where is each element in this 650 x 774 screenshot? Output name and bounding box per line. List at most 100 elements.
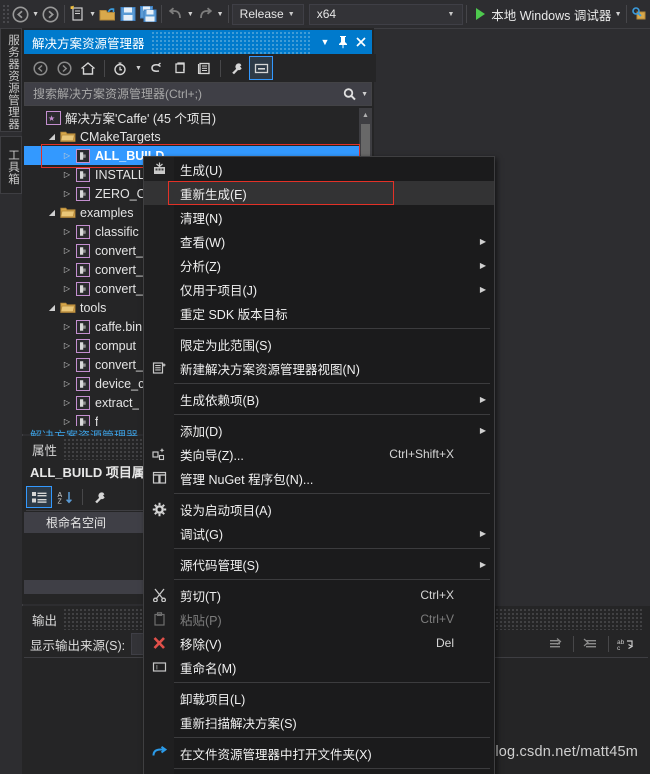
alphabetical-view-icon[interactable]: AZ xyxy=(52,486,78,508)
solution-explorer-search[interactable]: ▼ xyxy=(24,82,372,106)
chevron-right-icon[interactable]: ▷ xyxy=(60,374,74,393)
context-menu-item[interactable]: 管理 NuGet 程序包(N)... xyxy=(144,466,494,490)
chevron-right-icon[interactable]: ▷ xyxy=(60,260,74,279)
pending-changes-icon[interactable] xyxy=(109,56,133,80)
context-menu-item[interactable]: 生成(U) xyxy=(144,157,494,181)
toggle-word-wrap-icon[interactable] xyxy=(579,633,603,655)
search-icon[interactable] xyxy=(342,87,357,102)
search-dropdown-icon[interactable]: ▼ xyxy=(357,91,368,98)
show-all-files-icon[interactable] xyxy=(192,56,216,80)
chevron-right-icon[interactable]: ▷ xyxy=(60,336,74,355)
context-menu-item[interactable]: 在文件资源管理器中打开文件夹(X) xyxy=(144,741,494,765)
toolbar-separator xyxy=(82,489,83,505)
sidebar-tab-toolbox[interactable]: 工具箱 xyxy=(0,136,22,194)
context-menu-item[interactable]: 生成依赖项(B) ▶ xyxy=(144,387,494,411)
chevron-right-icon[interactable]: ▷ xyxy=(60,184,74,203)
chevron-right-icon[interactable]: ▷ xyxy=(60,241,74,260)
context-menu-item[interactable]: 清理(N) xyxy=(144,205,494,229)
context-menu-item[interactable]: 限定为此范围(S) xyxy=(144,332,494,356)
context-menu-item[interactable]: 移除(V) Del xyxy=(144,631,494,655)
context-menu-item[interactable]: 分析(Z) ▶ xyxy=(144,253,494,277)
properties-wrench-icon[interactable] xyxy=(225,56,249,80)
back-arrow-icon[interactable] xyxy=(11,2,31,26)
refresh-icon[interactable] xyxy=(168,56,192,80)
back-dropdown-icon[interactable]: ▼ xyxy=(31,2,40,26)
redo-icon[interactable] xyxy=(195,2,215,26)
context-menu-item[interactable]: 添加(D) ▶ xyxy=(144,418,494,442)
titlebar-drag-dots[interactable] xyxy=(150,30,310,54)
attach-to-process-icon[interactable] xyxy=(630,2,650,26)
chevron-down-icon[interactable]: ◢ xyxy=(45,298,59,317)
chevron-down-icon[interactable]: ◢ xyxy=(45,127,59,146)
context-menu-item-label: 生成依赖项(B) xyxy=(180,393,260,408)
context-menu-item[interactable]: 重新生成(E) xyxy=(144,181,494,205)
tree-row[interactable]: ★ 解决方案'Caffe' (45 个项目) xyxy=(24,108,372,127)
start-debugging-button[interactable]: 本地 Windows 调试器 xyxy=(470,2,613,26)
menu-item-icon-slot xyxy=(144,181,174,205)
sidebar-tab-server-explorer[interactable]: 服务器资源管理器 xyxy=(0,28,22,132)
close-icon[interactable] xyxy=(352,31,370,53)
undo-dropdown-icon[interactable]: ▼ xyxy=(186,2,195,26)
context-menu-item[interactable]: 重定 SDK 版本目标 xyxy=(144,301,494,325)
redo-dropdown-icon[interactable]: ▼ xyxy=(215,2,224,26)
chevron-right-icon[interactable]: ▷ xyxy=(60,279,74,298)
property-pages-wrench-icon[interactable] xyxy=(87,486,113,508)
new-item-dropdown-icon[interactable]: ▼ xyxy=(88,2,97,26)
context-menu-item[interactable]: 新建解决方案资源管理器视图(N) xyxy=(144,356,494,380)
collapse-all-icon[interactable] xyxy=(249,56,273,80)
context-menu-item[interactable]: 调试(G) ▶ xyxy=(144,521,494,545)
chevron-right-icon[interactable]: ▷ xyxy=(60,317,74,336)
tree-row[interactable]: ◢ CMakeTargets xyxy=(24,127,372,146)
back-arrow-icon[interactable] xyxy=(28,56,52,80)
chevron-right-icon[interactable]: ▷ xyxy=(60,222,74,241)
new-item-icon[interactable] xyxy=(68,2,88,26)
context-menu-item[interactable]: 剪切(T) Ctrl+X xyxy=(144,583,494,607)
platform-combo[interactable]: x64 ▼ xyxy=(308,3,464,25)
debug-target-dropdown-icon[interactable]: ▼ xyxy=(613,2,622,26)
open-file-icon[interactable] xyxy=(97,2,117,26)
context-menu-item[interactable]: 查看(W) ▶ xyxy=(144,229,494,253)
context-menu-item[interactable]: 重新扫描解决方案(S) xyxy=(144,710,494,734)
pin-icon[interactable] xyxy=(334,31,352,53)
undo-icon[interactable] xyxy=(165,2,185,26)
panel-menu-dropdown-icon[interactable]: ▼ xyxy=(316,31,334,53)
chevron-right-icon[interactable]: ▷ xyxy=(60,355,74,374)
chevron-right-icon[interactable]: ▷ xyxy=(60,146,74,165)
clear-all-icon[interactable] xyxy=(544,633,568,655)
configuration-combo[interactable]: Release ▼ xyxy=(231,3,304,25)
toolbar-grip[interactable] xyxy=(2,4,11,24)
context-menu-separator xyxy=(174,328,490,329)
chevron-right-icon[interactable]: ▷ xyxy=(60,412,74,426)
submenu-arrow-icon: ▶ xyxy=(479,284,486,294)
save-all-icon[interactable] xyxy=(138,2,158,26)
chevron-right-icon[interactable]: ▷ xyxy=(60,393,74,412)
context-menu-item[interactable]: 类向导(Z)... Ctrl+Shift+X xyxy=(144,442,494,466)
context-menu-item[interactable]: I 重命名(M) xyxy=(144,655,494,679)
project-context-menu[interactable]: 生成(U) 重新生成(E) 清理(N) 查看(W) ▶ 分析(Z) ▶ 仅用于项目(J) ▶ 重定… xyxy=(143,156,495,774)
save-icon[interactable] xyxy=(118,2,138,26)
toolbar-separator xyxy=(466,5,468,23)
output-source-label: 显示输出来源(S): xyxy=(30,638,126,653)
panel-title: 输出 xyxy=(32,613,58,628)
context-menu-item[interactable]: 设为启动项目(A) xyxy=(144,497,494,521)
sync-with-active-document-icon[interactable] xyxy=(144,56,168,80)
context-menu-item-label: 剪切(T) xyxy=(180,589,221,604)
context-menu-item[interactable]: 源代码管理(S) ▶ xyxy=(144,552,494,576)
context-menu-item[interactable]: 仅用于项目(J) ▶ xyxy=(144,277,494,301)
chevron-down-icon: ▼ xyxy=(447,10,455,18)
forward-arrow-icon[interactable] xyxy=(40,2,60,26)
context-menu-item[interactable]: 卸载项目(L) xyxy=(144,686,494,710)
search-input[interactable] xyxy=(33,87,343,101)
pending-changes-dropdown-icon[interactable]: ▼ xyxy=(133,56,144,80)
chevron-down-icon[interactable]: ◢ xyxy=(45,203,59,222)
scroll-up-icon[interactable]: ▲ xyxy=(359,108,372,122)
context-menu-separator xyxy=(174,383,490,384)
find-message-icon[interactable]: ab c xyxy=(614,633,638,655)
home-icon[interactable] xyxy=(76,56,100,80)
new-view-icon xyxy=(144,356,174,380)
remove-x-icon xyxy=(144,631,174,655)
categorized-view-icon[interactable] xyxy=(26,486,52,508)
forward-arrow-icon[interactable] xyxy=(52,56,76,80)
chevron-right-icon[interactable]: ▷ xyxy=(60,165,74,184)
sidebar-tab-label: 服务器资源管理器 xyxy=(7,33,19,130)
